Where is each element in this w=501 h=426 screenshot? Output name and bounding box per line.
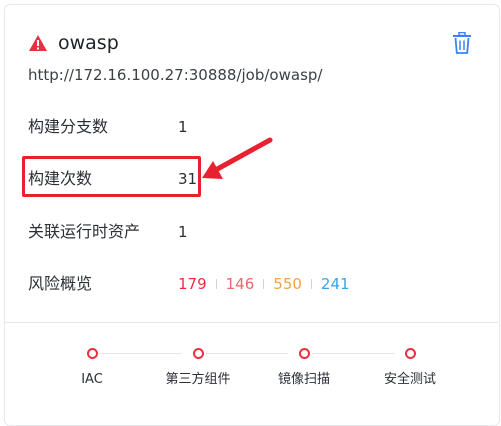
step-connector	[99, 353, 181, 354]
step-label-iac[interactable]: IAC	[42, 371, 142, 389]
step-dot-image-scan[interactable]	[299, 348, 310, 359]
warning-triangle-icon	[29, 35, 47, 51]
step-dot-security-test[interactable]	[405, 348, 416, 359]
runtime-asset-value: 1	[178, 223, 188, 241]
risk-high-count[interactable]: 146	[226, 275, 255, 293]
step-connector	[206, 353, 288, 354]
risk-overview-values: 179 146 550 241	[178, 273, 350, 295]
step-label-security-test[interactable]: 安全测试	[360, 371, 460, 389]
step-connector	[312, 353, 394, 354]
risk-separator	[310, 279, 312, 289]
risk-critical-count[interactable]: 179	[178, 275, 207, 293]
runtime-asset-label: 关联运行时资产	[28, 222, 141, 241]
pipeline-url[interactable]: http://172.16.100.27:30888/job/owasp/	[28, 64, 322, 86]
step-label-third-party[interactable]: 第三方组件	[148, 371, 248, 389]
risk-low-count[interactable]: 241	[321, 275, 350, 293]
risk-separator	[263, 279, 265, 289]
step-dot-third-party[interactable]	[193, 348, 204, 359]
card-divider	[4, 322, 498, 323]
annotation-highlight-box	[22, 156, 201, 197]
annotation-arrow-icon	[202, 137, 273, 179]
step-dot-iac[interactable]	[87, 348, 98, 359]
branch-count-label: 构建分支数	[28, 117, 109, 136]
pipeline-title[interactable]: owasp	[58, 30, 119, 56]
trash-icon[interactable]	[452, 32, 472, 54]
risk-overview-label: 风险概览	[28, 274, 93, 293]
risk-medium-count[interactable]: 550	[273, 275, 302, 293]
branch-count-value: 1	[178, 118, 188, 136]
risk-separator	[215, 279, 217, 289]
step-label-image-scan[interactable]: 镜像扫描	[254, 371, 354, 389]
